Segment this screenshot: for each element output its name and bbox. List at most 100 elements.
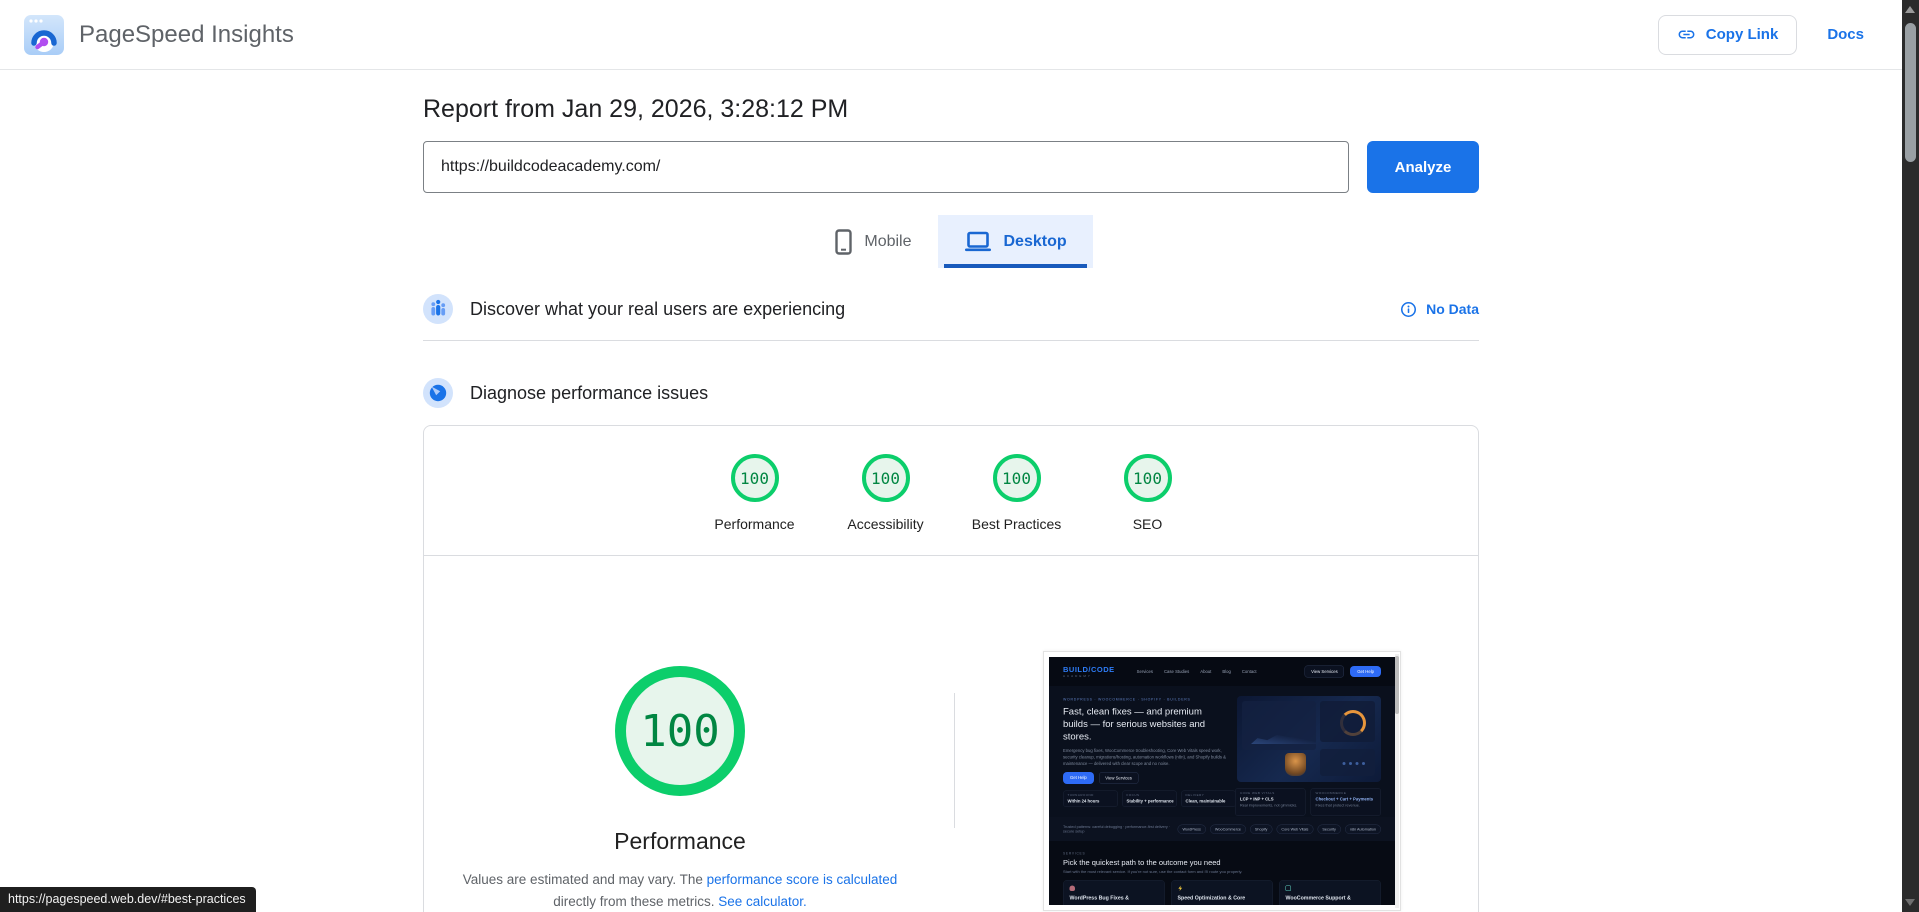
page-title: PageSpeed Insights — [79, 20, 294, 48]
scrollbar-thumb[interactable] — [1905, 23, 1916, 162]
link-icon — [1678, 30, 1695, 39]
gauge-accessibility-score: 100 — [861, 454, 910, 502]
analyze-button[interactable]: Analyze — [1367, 141, 1479, 193]
app-header: PageSpeed Insights Copy Link Docs — [0, 0, 1902, 70]
site-stat-value: Stability + performance — [1126, 798, 1174, 804]
tab-desktop-label: Desktop — [1003, 232, 1067, 250]
site-feature-title: LCP + INP + CLS — [1240, 796, 1274, 802]
site-service-card: WordPress Bug Fixes & — [1063, 880, 1165, 905]
score-calc-link[interactable]: performance score is calculated — [707, 872, 898, 887]
site-stat-label: TURNAROUND — [1067, 794, 1094, 798]
site-pill: WordPress — [1177, 824, 1206, 834]
site-section-eyebrow: SERVICES — [1063, 852, 1086, 856]
site-pill: Security — [1317, 824, 1341, 834]
site-stat-label: FOCUS — [1126, 794, 1140, 798]
gauge-accessibility-label: Accessibility — [847, 516, 924, 532]
disclaimer-text-1: Values are estimated and may vary. The — [462, 872, 707, 887]
site-pill: Core Web Vitals — [1276, 824, 1314, 834]
vertical-divider — [954, 693, 955, 828]
site-nav-item: Services — [1136, 669, 1153, 674]
gauge-seo[interactable]: 100 SEO — [1082, 454, 1213, 532]
field-data-panel[interactable]: Discover what your real users are experi… — [423, 294, 1479, 341]
site-service-card: Speed Optimization & Core — [1171, 880, 1273, 905]
diagnose-icon — [423, 378, 453, 408]
site-render: BUILD/CODE ACADEMY Services Case Studies… — [1049, 657, 1395, 905]
site-stat-value: Within 24 hours — [1067, 798, 1100, 804]
no-data-label: No Data — [1426, 301, 1479, 317]
see-calculator-link[interactable]: See calculator. — [718, 894, 807, 909]
browser-scrollbar[interactable] — [1902, 0, 1919, 912]
copy-link-label: Copy Link — [1705, 26, 1779, 43]
score-gauges: 100 Performance 100 Accessibility 100 Be… — [424, 454, 1478, 532]
site-feature-body: Fixes that protect revenue. — [1315, 803, 1360, 808]
site-get-help-button: Get Help — [1350, 666, 1381, 677]
gauge-seo-score: 100 — [1123, 454, 1172, 502]
scroll-down-arrow-icon[interactable] — [1905, 899, 1915, 906]
performance-disclaimer: Values are estimated and may vary. The p… — [445, 869, 915, 912]
cart-icon — [1285, 885, 1291, 891]
pagespeed-logo-icon — [24, 14, 64, 55]
site-service-card: WooCommerce Support & — [1279, 880, 1381, 905]
site-header: BUILD/CODE ACADEMY Services Case Studies… — [1049, 657, 1395, 686]
brand: PageSpeed Insights — [24, 14, 294, 55]
site-stat-value: Clean, maintainable — [1185, 798, 1226, 804]
site-hero-get-help: Get Help — [1063, 772, 1094, 785]
info-icon — [1401, 301, 1417, 317]
scroll-up-arrow-icon[interactable] — [1905, 6, 1915, 13]
site-pill: Shopify — [1249, 824, 1273, 834]
site-nav: Services Case Studies About Blog Contact — [1137, 669, 1257, 674]
site-nav-item: Blog — [1222, 669, 1231, 674]
disclaimer-text-2: directly from these metrics. — [553, 894, 719, 909]
gauge-performance[interactable]: 100 Performance — [689, 454, 820, 532]
site-hero-body: Emergency bug fixes, WooCommerce trouble… — [1063, 748, 1227, 766]
site-nav-item: Contact — [1241, 669, 1257, 674]
docs-link[interactable]: Docs — [1827, 26, 1864, 43]
report-card: 100 Performance 100 Accessibility 100 Be… — [423, 425, 1479, 912]
site-screenshot-thumbnail: BUILD/CODE ACADEMY Services Case Studies… — [1043, 651, 1401, 911]
field-data-heading: Discover what your real users are experi… — [470, 298, 846, 319]
site-feature-cards: CORE WEB VITALS LCP + INP + CLS Real imp… — [1235, 788, 1381, 816]
site-pill: n8n Automation — [1344, 824, 1381, 834]
gauge-seo-label: SEO — [1132, 516, 1163, 532]
gauge-accessibility[interactable]: 100 Accessibility — [820, 454, 951, 532]
site-hero-view-services: View Services — [1098, 772, 1139, 785]
url-input[interactable] — [423, 141, 1349, 193]
site-section-title: Pick the quickest path to the outcome yo… — [1063, 858, 1221, 868]
site-pill: WooCommerce — [1209, 824, 1246, 834]
site-section-sub: Start with the most relevant service. If… — [1063, 869, 1243, 875]
site-logo-sub: ACADEMY — [1063, 674, 1092, 678]
phone-icon — [835, 228, 853, 255]
site-dashboard-image — [1237, 696, 1381, 782]
tab-mobile-label: Mobile — [864, 232, 912, 250]
site-nav-item: About — [1200, 669, 1212, 674]
site-card-title: Speed Optimization & Core — [1177, 895, 1246, 901]
gauge-best-practices-label: Best Practices — [971, 516, 1062, 532]
site-feature-eyebrow: WOOCOMMERCE — [1315, 792, 1347, 795]
no-data-link[interactable]: No Data — [1400, 301, 1479, 318]
site-feature-title: Checkout + Cart + Payments — [1315, 796, 1374, 802]
real-users-icon — [423, 294, 453, 324]
report-title: Report from Jan 29, 2026, 3:28:12 PM — [423, 95, 849, 123]
device-tabs: Mobile Desktop — [423, 215, 1479, 268]
tab-mobile[interactable]: Mobile — [809, 215, 937, 268]
site-logo: BUILD/CODE — [1063, 665, 1115, 674]
gauge-best-practices[interactable]: 100 Best Practices — [951, 454, 1082, 532]
header-actions: Copy Link Docs — [1657, 14, 1864, 55]
site-stat-label: DELIVERY — [1185, 794, 1205, 798]
analyze-bar: Analyze — [423, 141, 1479, 193]
gauge-performance-score: 100 — [730, 454, 779, 502]
site-feature-eyebrow: CORE WEB VITALS — [1240, 792, 1275, 795]
laptop-icon — [964, 231, 991, 251]
site-card-title: WordPress Bug Fixes & — [1069, 895, 1129, 901]
site-feature-body: Real improvements, not gimmicks. — [1240, 803, 1298, 808]
performance-title: Performance — [614, 828, 746, 854]
diagnose-heading: Diagnose performance issues — [470, 382, 709, 403]
site-view-services-button: View Services — [1304, 665, 1345, 678]
site-card-title: WooCommerce Support & — [1285, 895, 1351, 901]
site-nav-item: Case Studies — [1163, 669, 1190, 674]
gauge-performance-label: Performance — [714, 516, 795, 532]
site-hero-title: Fast, clean fixes — and premium builds —… — [1063, 706, 1206, 743]
tab-desktop[interactable]: Desktop — [937, 215, 1093, 268]
gauge-best-practices-score: 100 — [992, 454, 1041, 502]
copy-link-button[interactable]: Copy Link — [1657, 14, 1798, 55]
